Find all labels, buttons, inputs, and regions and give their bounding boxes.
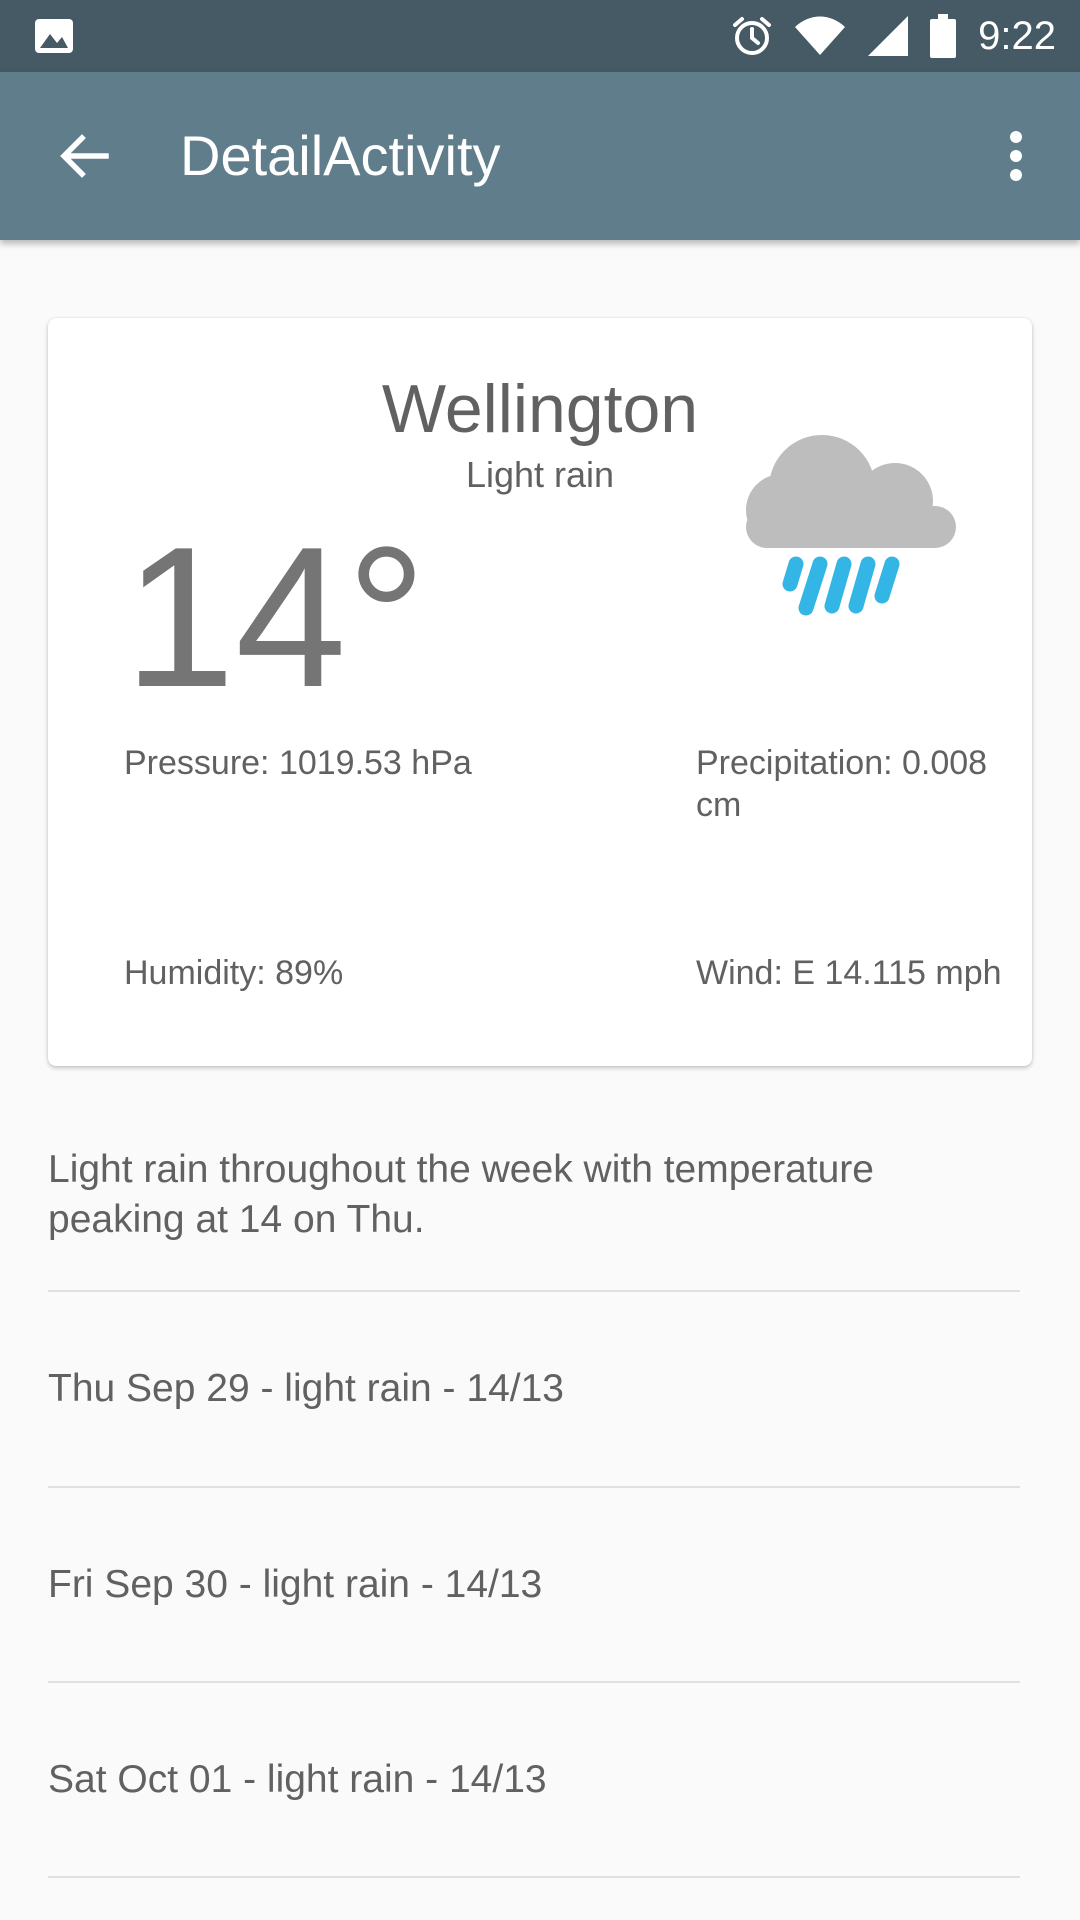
rain-cloud-icon — [740, 406, 960, 616]
gallery-icon — [34, 18, 74, 54]
pressure-text: Pressure: 1019.53 hPa — [124, 744, 472, 782]
cellular-icon — [866, 14, 910, 58]
weather-card: Wellington Light rain 14° Pressure: 1019… — [48, 318, 1032, 1066]
divider — [48, 1876, 1020, 1878]
forecast-item[interactable]: Thu Sep 29 - light rain - 14/13 — [48, 1292, 1020, 1486]
overflow-menu-button[interactable] — [992, 120, 1040, 192]
current-temperature: 14° — [124, 506, 427, 729]
wind-text: Wind: E 14.115 mph — [696, 954, 1002, 992]
alarm-icon — [730, 14, 774, 58]
status-bar: 9:22 — [0, 0, 1080, 72]
precipitation-text: Precipitation: 0.008 cm — [696, 744, 988, 824]
back-button[interactable] — [48, 120, 120, 192]
app-bar-title: DetailActivity — [180, 124, 501, 187]
wifi-icon — [794, 15, 846, 57]
forecast-item[interactable]: Fri Sep 30 - light rain - 14/13 — [48, 1488, 1020, 1682]
more-vert-icon — [1010, 131, 1022, 181]
arrow-back-icon — [60, 134, 109, 178]
forecast-item[interactable]: Sat Oct 01 - light rain - 14/13 — [48, 1683, 1020, 1877]
status-time: 9:22 — [978, 13, 1056, 58]
battery-icon — [930, 14, 957, 58]
weekly-summary: Light rain throughout the week with temp… — [48, 1148, 874, 1241]
app-bar: DetailActivity — [0, 72, 1080, 240]
humidity-text: Humidity: 89% — [124, 954, 344, 992]
